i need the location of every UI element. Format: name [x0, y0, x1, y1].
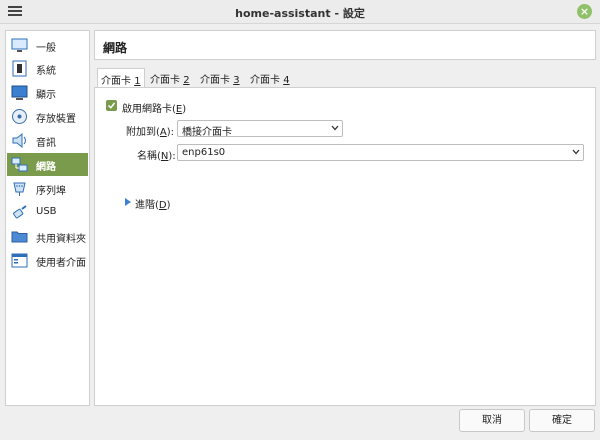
label-text: ): [166, 127, 175, 138]
label-text: 名稱( [137, 151, 161, 162]
sidebar-item-label: 存放裝置 [36, 114, 76, 125]
sidebar-item-label: 序列埠 [36, 186, 66, 197]
tab-adapter-2[interactable]: 介面卡 2 [147, 68, 193, 88]
sidebar-item-shared-folders[interactable]: 共用資料夾 [7, 225, 88, 248]
sidebar-item-user-interface[interactable]: 使用者介面 [7, 249, 88, 272]
sidebar-item-audio[interactable]: 音訊 [7, 129, 88, 152]
advanced-toggle[interactable]: 進階(D) [135, 196, 171, 211]
label-text: 附加到( [126, 127, 160, 138]
network-icon [11, 157, 28, 172]
attached-to-label: 附加到(A): [126, 123, 174, 138]
select-value: 橋接介面卡 [182, 127, 232, 138]
settings-sidebar: 一般 系統 顯示 存放裝置 音訊 網路 序列埠 USB 共用資料夾 使用者介面 [5, 30, 90, 406]
checkmark-icon [107, 102, 116, 109]
tab-adapter-1[interactable]: 介面卡 1 [97, 68, 145, 88]
sidebar-item-label: 使用者介面 [36, 258, 86, 269]
tab-label: 介面卡 [150, 75, 184, 86]
label-text: 進階( [135, 200, 159, 211]
label-text: ): [168, 151, 176, 162]
dialog-footer: 取消 確定 [0, 406, 600, 440]
window-ui-icon [11, 253, 28, 268]
section-header: 網路 [94, 30, 596, 60]
display-icon [11, 85, 28, 100]
tab-label: 介面卡 [101, 76, 135, 87]
usb-icon [13, 205, 27, 219]
sidebar-item-label: USB [36, 206, 57, 217]
tab-label: 介面卡 [250, 75, 284, 86]
tab-hotkey: 1 [134, 76, 141, 87]
expand-arrow-icon[interactable] [125, 198, 131, 206]
sidebar-item-label: 一般 [36, 43, 56, 54]
sidebar-item-serial-port[interactable]: 序列埠 [7, 177, 88, 200]
sidebar-item-network[interactable]: 網路 [7, 153, 88, 176]
folder-icon [11, 231, 28, 243]
tab-adapter-4[interactable]: 介面卡 4 [247, 68, 293, 88]
tab-adapter-3[interactable]: 介面卡 3 [197, 68, 243, 88]
disk-storage-icon [12, 109, 27, 124]
page-title: 網路 [103, 41, 128, 55]
sidebar-item-storage[interactable]: 存放裝置 [7, 105, 88, 128]
ok-button[interactable]: 確定 [529, 409, 595, 432]
enable-adapter-checkbox[interactable] [106, 100, 117, 111]
sidebar-item-display[interactable]: 顯示 [7, 81, 88, 104]
sidebar-item-label: 系統 [36, 66, 56, 77]
sidebar-item-label: 共用資料夾 [36, 234, 86, 245]
speaker-audio-icon [12, 132, 26, 149]
sidebar-item-label: 音訊 [36, 138, 56, 149]
close-button[interactable]: × [577, 4, 592, 19]
chevron-down-icon [572, 149, 580, 155]
sidebar-item-label: 顯示 [36, 90, 56, 101]
adapter-panel: 啟用網路卡(E) 附加到(A): 橋接介面卡 名稱(N): enp61s0 進階… [94, 87, 596, 406]
sidebar-item-usb[interactable]: USB [7, 201, 88, 224]
chevron-down-icon [331, 125, 339, 131]
monitor-general-icon [11, 38, 28, 52]
title-bar: home-assistant - 設定 × [0, 0, 600, 24]
name-label: 名稱(N): [137, 147, 176, 162]
enable-adapter-label[interactable]: 啟用網路卡(E) [122, 100, 186, 115]
sidebar-item-system[interactable]: 系統 [7, 57, 88, 80]
select-value: enp61s0 [182, 147, 226, 158]
tab-label: 介面卡 [200, 75, 234, 86]
label-hotkey: A [159, 127, 167, 138]
label-hotkey: D [158, 200, 167, 211]
window-title: home-assistant - 設定 [235, 7, 365, 20]
sidebar-item-general[interactable]: 一般 [7, 34, 88, 57]
serial-port-icon [13, 182, 26, 196]
tab-hotkey: 4 [283, 75, 290, 86]
adapter-name-select[interactable]: enp61s0 [177, 144, 584, 161]
tab-hotkey: 2 [183, 75, 190, 86]
chip-system-icon [12, 60, 27, 77]
label-text: ) [182, 104, 187, 115]
cancel-button[interactable]: 取消 [459, 409, 525, 432]
settings-content: 網路 介面卡 1 介面卡 2 介面卡 3 介面卡 4 啟用網路卡(E) 附加到(… [94, 30, 596, 406]
label-text: 啟用網路卡( [122, 104, 176, 115]
tab-hotkey: 3 [233, 75, 240, 86]
attached-to-select[interactable]: 橋接介面卡 [177, 120, 343, 138]
label-text: ) [166, 200, 171, 211]
sidebar-item-label: 網路 [36, 162, 56, 173]
